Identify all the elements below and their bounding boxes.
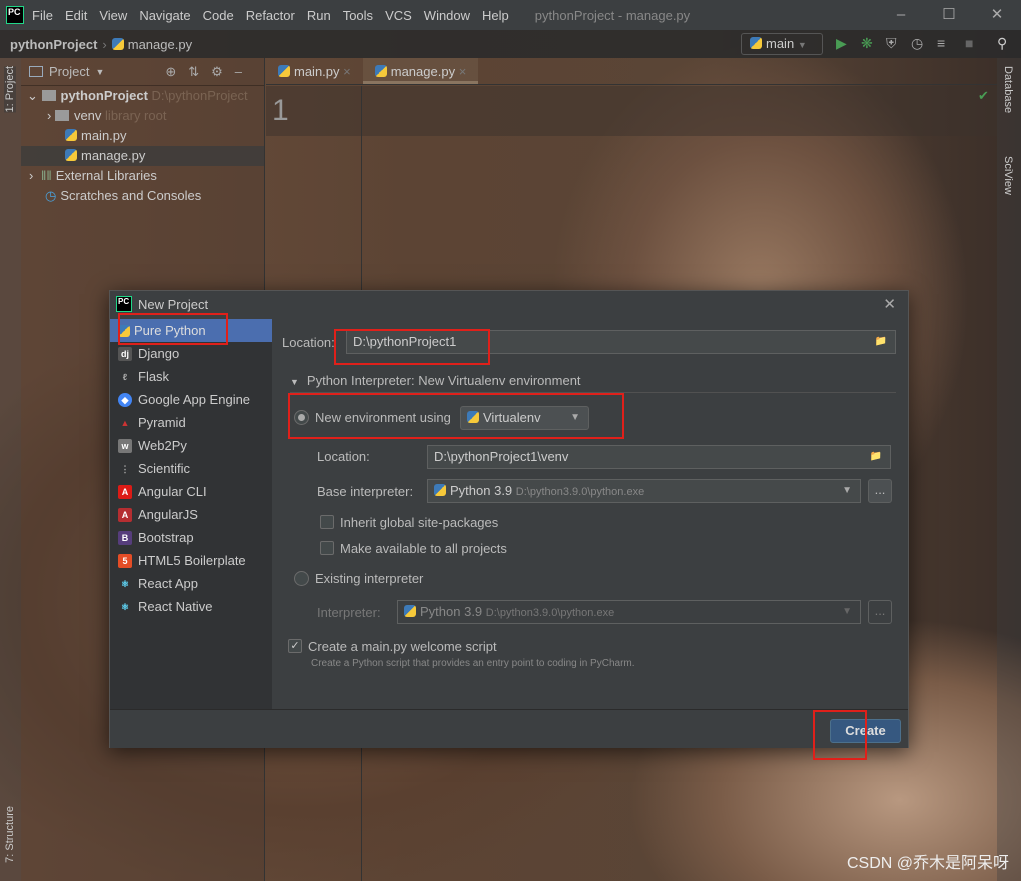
inspection-ok-icon[interactable]: ✔ — [978, 88, 989, 104]
menu-navigate[interactable]: Navigate — [139, 8, 190, 23]
welcome-script-label: Create a main.py welcome script — [308, 639, 497, 654]
window-title: pythonProject - manage.py — [534, 7, 691, 23]
pycharm-logo: PC — [6, 6, 24, 24]
sciview-tool-tab[interactable]: SciView — [1002, 156, 1014, 195]
debug-icon[interactable]: ❋ — [861, 35, 873, 52]
tab-main-py[interactable]: main.py × — [266, 58, 363, 84]
breadcrumb-separator: › — [102, 36, 107, 52]
dialog-title: New Project — [138, 296, 209, 312]
menu-help[interactable]: Help — [482, 8, 509, 23]
python-file-icon — [111, 38, 124, 50]
project-type-web2py[interactable]: w Web2Py — [110, 434, 272, 457]
main-menu: File Edit View Navigate Code Refactor Run Tools… — [32, 8, 521, 23]
python-icon — [750, 37, 762, 49]
close-window-button[interactable]: ✕ — [973, 0, 1021, 30]
tab-manage-py[interactable]: manage.py × — [362, 58, 479, 84]
highlight-box — [288, 393, 624, 439]
maximize-button[interactable]: ☐ — [925, 0, 973, 30]
database-tool-tab[interactable]: Database — [1002, 66, 1014, 113]
run-icon[interactable]: ▶ — [836, 35, 847, 52]
breadcrumb-file[interactable]: manage.py — [128, 37, 192, 52]
folder-browse-icon[interactable]: 📁 — [870, 446, 882, 468]
project-type-html5-boilerplate[interactable]: 5 HTML5 Boilerplate — [110, 549, 272, 572]
coverage-icon[interactable]: ⛨ — [886, 35, 897, 52]
tree-item-project[interactable]: ⌄ pythonProject D:\pythonProject — [21, 86, 264, 106]
structure-tool-tab[interactable]: 7: Structure — [4, 806, 16, 863]
project-view-icon — [29, 66, 43, 77]
line-number: 1 — [272, 94, 289, 127]
location-label: Location: — [282, 335, 335, 350]
stop-icon[interactable]: ■ — [965, 35, 973, 51]
tree-item-external-libraries[interactable]: › ‖‖ External Libraries — [21, 166, 264, 186]
existing-interpreter-radio[interactable] — [294, 571, 309, 586]
welcome-script-checkbox[interactable]: ✓ — [288, 639, 302, 653]
welcome-script-description: Create a Python script that provides an … — [311, 658, 635, 669]
dialog-footer: Create — [110, 709, 908, 748]
highlight-box — [813, 710, 867, 760]
menu-tools[interactable]: Tools — [343, 8, 373, 23]
run-config-select[interactable]: main ▼ — [741, 33, 823, 55]
inherit-packages-checkbox[interactable] — [320, 515, 334, 529]
project-type-scientific[interactable]: ⋮ Scientific — [110, 457, 272, 480]
tree-item-manage-py[interactable]: manage.py — [21, 146, 264, 166]
editor-tabs: main.py × manage.py × — [266, 58, 997, 85]
project-type-bootstrap[interactable]: B Bootstrap — [110, 526, 272, 549]
dialog-close-button[interactable]: ✕ — [883, 295, 896, 313]
minimize-button[interactable]: – — [877, 0, 925, 30]
venv-location-label: Location: — [317, 449, 370, 464]
highlight-box — [334, 329, 490, 365]
right-tool-strip: Database SciView — [997, 58, 1021, 881]
new-project-dialog: PC New Project ✕ Pure Python dj Django ℓ Fla… — [109, 290, 909, 760]
menu-window[interactable]: Window — [424, 8, 470, 23]
breadcrumb-project[interactable]: pythonProject — [10, 37, 97, 52]
menu-refactor[interactable]: Refactor — [246, 8, 295, 23]
menu-vcs[interactable]: VCS — [385, 8, 412, 23]
tree-item-venv[interactable]: › venv library root — [21, 106, 264, 126]
project-type-list: Pure Python dj Django ℓ Flask ◆ Google App … — [110, 319, 272, 709]
existing-interpreter-label: Existing interpreter — [315, 571, 424, 586]
tree-item-main-py[interactable]: main.py — [21, 126, 264, 146]
highlight-box — [118, 313, 228, 345]
make-available-checkbox[interactable] — [320, 541, 334, 555]
current-line-highlight — [266, 86, 997, 136]
concurrency-icon[interactable]: ≡ — [937, 35, 945, 51]
menu-bar: PC File Edit View Navigate Code Refactor Run To… — [0, 0, 1021, 30]
project-type-angular-cli[interactable]: A Angular CLI — [110, 480, 272, 503]
inherit-packages-label: Inherit global site-packages — [340, 515, 499, 530]
menu-view[interactable]: View — [99, 8, 127, 23]
menu-file[interactable]: File — [32, 8, 53, 23]
menu-edit[interactable]: Edit — [65, 8, 87, 23]
project-type-react-native[interactable]: ⚛ React Native — [110, 595, 272, 618]
base-interpreter-select[interactable]: Python 3.9 D:\python3.9.0\python.exe ▼ — [427, 479, 861, 503]
profile-icon[interactable]: ◷ — [911, 35, 923, 52]
navigation-bar: pythonProject › manage.py main ▼ ▶ ❋ ⛨ ◷… — [0, 30, 1021, 58]
project-panel-title[interactable]: Project — [49, 64, 89, 79]
interpreter-section-toggle[interactable]: ▼ Python Interpreter: New Virtualenv envi… — [290, 373, 896, 393]
menu-run[interactable]: Run — [307, 8, 331, 23]
interpreter-browse-button[interactable]: ... — [868, 600, 892, 624]
project-type-google-app-engine[interactable]: ◆ Google App Engine — [110, 388, 272, 411]
left-tool-strip: 1: Project 7: Structure — [0, 58, 21, 881]
tree-item-scratches[interactable]: ◷ Scratches and Consoles — [21, 186, 264, 206]
project-type-pyramid[interactable]: ▲ Pyramid — [110, 411, 272, 434]
pycharm-logo-small: PC — [116, 296, 132, 312]
watermark: CSDN @乔木是阿呆呀 — [846, 855, 1009, 872]
project-type-django[interactable]: dj Django — [110, 342, 272, 365]
base-interpreter-browse-button[interactable]: ... — [868, 479, 892, 503]
project-type-angularjs[interactable]: A AngularJS — [110, 503, 272, 526]
venv-location-input[interactable]: D:\pythonProject1\venv 📁 — [427, 445, 891, 469]
folder-browse-icon[interactable]: 📁 — [875, 331, 887, 353]
run-config-label: main — [766, 36, 795, 51]
search-icon[interactable]: ⚲ — [997, 35, 1007, 52]
interpreter-label: Interpreter: — [317, 605, 381, 620]
project-tool-tab[interactable]: 1: Project — [4, 66, 16, 113]
make-available-label: Make available to all projects — [340, 541, 507, 556]
base-interpreter-label: Base interpreter: — [317, 484, 414, 499]
project-type-react-app[interactable]: ⚛ React App — [110, 572, 272, 595]
interpreter-select[interactable]: Python 3.9 D:\python3.9.0\python.exe ▼ — [397, 600, 861, 624]
panel-toolbar-icons[interactable]: ⊕⇅⚙– — [165, 64, 254, 80]
menu-code[interactable]: Code — [203, 8, 234, 23]
project-type-flask[interactable]: ℓ Flask — [110, 365, 272, 388]
